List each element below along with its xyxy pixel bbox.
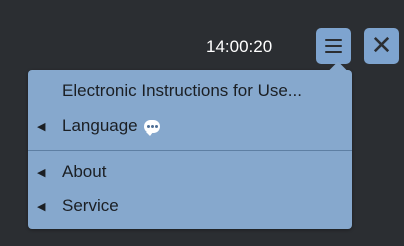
menu-item-label: Language: [62, 116, 138, 135]
submenu-arrow-icon: ◀: [37, 165, 46, 179]
speech-bubble-icon: [143, 120, 160, 137]
hamburger-icon: [325, 39, 342, 53]
menu-item-service[interactable]: ◀ Service: [28, 191, 352, 221]
submenu-arrow-icon: ◀: [37, 199, 46, 213]
clock: 14:00:20: [206, 37, 273, 56]
menu-item-about[interactable]: ◀ About: [28, 157, 352, 187]
close-icon: ✕: [370, 31, 393, 61]
submenu-arrow-icon: ◀: [37, 119, 46, 133]
menu-item-label: Electronic Instructions for Use...: [62, 81, 302, 100]
menu-item-language[interactable]: ◀ Language: [28, 111, 352, 141]
menu-divider: [28, 150, 352, 151]
menu-item-electronic-ifu[interactable]: Electronic Instructions for Use...: [28, 76, 352, 106]
dropdown-menu: Electronic Instructions for Use... ◀ Lan…: [28, 61, 352, 229]
menu-item-label: About: [62, 162, 107, 181]
close-button[interactable]: ✕: [364, 28, 399, 64]
menu-button[interactable]: [316, 28, 351, 64]
menu-item-label: Service: [62, 196, 119, 215]
